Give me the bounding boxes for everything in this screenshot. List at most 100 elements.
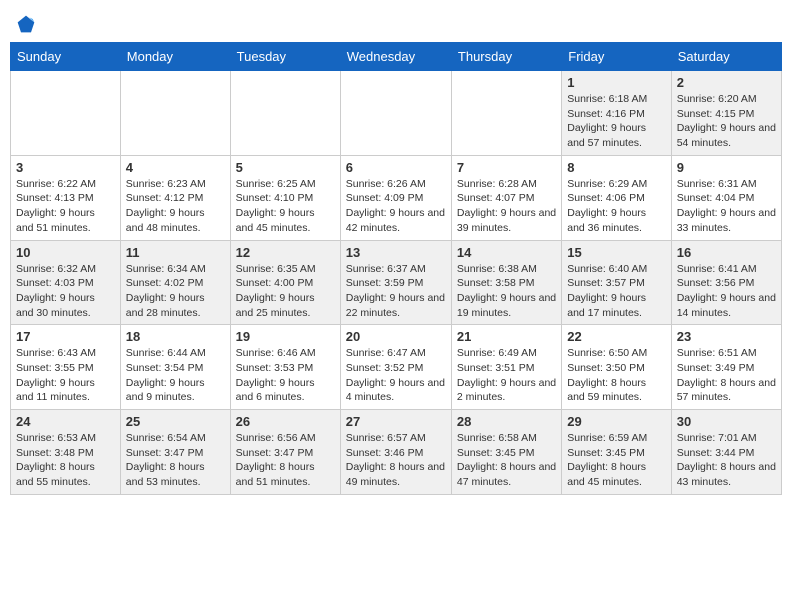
calendar-cell: 14 Sunrise: 6:38 AM Sunset: 3:58 PM Dayli… — [451, 240, 561, 325]
page-header — [10, 10, 782, 34]
calendar-cell — [11, 71, 121, 156]
calendar-cell — [451, 71, 561, 156]
day-info: Sunrise: 6:26 AM Sunset: 4:09 PM Dayligh… — [346, 177, 446, 236]
day-number: 22 — [567, 329, 665, 344]
day-info: Sunrise: 6:32 AM Sunset: 4:03 PM Dayligh… — [16, 262, 115, 321]
weekday-header: Monday — [120, 43, 230, 71]
day-number: 20 — [346, 329, 446, 344]
day-number: 18 — [126, 329, 225, 344]
day-info: Sunrise: 6:44 AM Sunset: 3:54 PM Dayligh… — [126, 346, 225, 405]
calendar-header-row: SundayMondayTuesdayWednesdayThursdayFrid… — [11, 43, 782, 71]
day-info: Sunrise: 6:25 AM Sunset: 4:10 PM Dayligh… — [236, 177, 335, 236]
day-number: 8 — [567, 160, 665, 175]
calendar-cell: 23Sunrise: 6:51 AM Sunset: 3:49 PM Dayli… — [671, 325, 781, 410]
day-info: Sunrise: 6:18 AM Sunset: 4:16 PM Dayligh… — [567, 92, 665, 151]
day-number: 13 — [346, 245, 446, 260]
day-number: 5 — [236, 160, 335, 175]
day-info: Sunrise: 6:37 AM Sunset: 3:59 PM Dayligh… — [346, 262, 446, 321]
day-info: Sunrise: 6:23 AM Sunset: 4:12 PM Dayligh… — [126, 177, 225, 236]
calendar-cell: 10 Sunrise: 6:32 AM Sunset: 4:03 PM Dayli… — [11, 240, 121, 325]
day-info: Sunrise: 6:59 AM Sunset: 3:45 PM Dayligh… — [567, 431, 665, 490]
day-info: Sunrise: 6:38 AM Sunset: 3:58 PM Dayligh… — [457, 262, 556, 321]
day-number: 4 — [126, 160, 225, 175]
calendar-week-row: 24 Sunrise: 6:53 AM Sunset: 3:48 PM Dayli… — [11, 410, 782, 495]
day-number: 11 — [126, 245, 225, 260]
calendar-cell: 4 Sunrise: 6:23 AM Sunset: 4:12 PM Daylig… — [120, 155, 230, 240]
day-number: 30 — [677, 414, 776, 429]
day-number: 21 — [457, 329, 556, 344]
logo-icon — [16, 14, 36, 34]
day-number: 23 — [677, 329, 776, 344]
calendar-cell: 13 Sunrise: 6:37 AM Sunset: 3:59 PM Dayli… — [340, 240, 451, 325]
calendar-cell: 25Sunrise: 6:54 AM Sunset: 3:47 PM Dayli… — [120, 410, 230, 495]
weekday-header: Friday — [562, 43, 671, 71]
calendar-cell: 8 Sunrise: 6:29 AM Sunset: 4:06 PM Daylig… — [562, 155, 671, 240]
weekday-header: Sunday — [11, 43, 121, 71]
day-info: Sunrise: 6:40 AM Sunset: 3:57 PM Dayligh… — [567, 262, 665, 321]
calendar-cell: 21 Sunrise: 6:49 AM Sunset: 3:51 PM Dayli… — [451, 325, 561, 410]
calendar-cell: 18 Sunrise: 6:44 AM Sunset: 3:54 PM Dayli… — [120, 325, 230, 410]
day-number: 3 — [16, 160, 115, 175]
day-number: 28 — [457, 414, 556, 429]
day-number: 7 — [457, 160, 556, 175]
calendar-cell: 28Sunrise: 6:58 AM Sunset: 3:45 PM Dayli… — [451, 410, 561, 495]
calendar-week-row: 1 Sunrise: 6:18 AM Sunset: 4:16 PM Daylig… — [11, 71, 782, 156]
day-info: Sunrise: 6:43 AM Sunset: 3:55 PM Dayligh… — [16, 346, 115, 405]
day-number: 25 — [126, 414, 225, 429]
calendar-week-row: 10 Sunrise: 6:32 AM Sunset: 4:03 PM Dayli… — [11, 240, 782, 325]
calendar-cell: 26 Sunrise: 6:56 AM Sunset: 3:47 PM Dayli… — [230, 410, 340, 495]
day-number: 14 — [457, 245, 556, 260]
calendar-cell: 5 Sunrise: 6:25 AM Sunset: 4:10 PM Daylig… — [230, 155, 340, 240]
day-info: Sunrise: 6:53 AM Sunset: 3:48 PM Dayligh… — [16, 431, 115, 490]
calendar-cell: 12Sunrise: 6:35 AM Sunset: 4:00 PM Dayli… — [230, 240, 340, 325]
calendar-cell: 29 Sunrise: 6:59 AM Sunset: 3:45 PM Dayli… — [562, 410, 671, 495]
day-info: Sunrise: 6:20 AM Sunset: 4:15 PM Dayligh… — [677, 92, 776, 151]
calendar-cell: 15 Sunrise: 6:40 AM Sunset: 3:57 PM Dayli… — [562, 240, 671, 325]
calendar-cell: 20 Sunrise: 6:47 AM Sunset: 3:52 PM Dayli… — [340, 325, 451, 410]
day-info: Sunrise: 6:29 AM Sunset: 4:06 PM Dayligh… — [567, 177, 665, 236]
day-number: 15 — [567, 245, 665, 260]
weekday-header: Tuesday — [230, 43, 340, 71]
calendar-cell — [230, 71, 340, 156]
calendar-table: SundayMondayTuesdayWednesdayThursdayFrid… — [10, 42, 782, 495]
day-info: Sunrise: 6:50 AM Sunset: 3:50 PM Dayligh… — [567, 346, 665, 405]
calendar-cell: 30 Sunrise: 7:01 AM Sunset: 3:44 PM Dayli… — [671, 410, 781, 495]
weekday-header: Thursday — [451, 43, 561, 71]
logo — [14, 14, 36, 34]
day-info: Sunrise: 6:31 AM Sunset: 4:04 PM Dayligh… — [677, 177, 776, 236]
day-info: Sunrise: 7:01 AM Sunset: 3:44 PM Dayligh… — [677, 431, 776, 490]
day-number: 26 — [236, 414, 335, 429]
day-info: Sunrise: 6:56 AM Sunset: 3:47 PM Dayligh… — [236, 431, 335, 490]
calendar-cell: 6 Sunrise: 6:26 AM Sunset: 4:09 PM Daylig… — [340, 155, 451, 240]
day-number: 9 — [677, 160, 776, 175]
calendar-cell — [120, 71, 230, 156]
day-number: 27 — [346, 414, 446, 429]
day-info: Sunrise: 6:49 AM Sunset: 3:51 PM Dayligh… — [457, 346, 556, 405]
calendar-week-row: 3 Sunrise: 6:22 AM Sunset: 4:13 PM Daylig… — [11, 155, 782, 240]
calendar-cell: 1 Sunrise: 6:18 AM Sunset: 4:16 PM Daylig… — [562, 71, 671, 156]
day-number: 24 — [16, 414, 115, 429]
calendar-cell: 9 Sunrise: 6:31 AM Sunset: 4:04 PM Daylig… — [671, 155, 781, 240]
day-number: 16 — [677, 245, 776, 260]
day-number: 10 — [16, 245, 115, 260]
calendar-cell: 17Sunrise: 6:43 AM Sunset: 3:55 PM Dayli… — [11, 325, 121, 410]
day-info: Sunrise: 6:35 AM Sunset: 4:00 PM Dayligh… — [236, 262, 335, 321]
calendar-cell: 24 Sunrise: 6:53 AM Sunset: 3:48 PM Dayli… — [11, 410, 121, 495]
calendar-cell: 27Sunrise: 6:57 AM Sunset: 3:46 PM Dayli… — [340, 410, 451, 495]
day-number: 29 — [567, 414, 665, 429]
day-info: Sunrise: 6:22 AM Sunset: 4:13 PM Dayligh… — [16, 177, 115, 236]
day-info: Sunrise: 6:41 AM Sunset: 3:56 PM Dayligh… — [677, 262, 776, 321]
weekday-header: Wednesday — [340, 43, 451, 71]
day-info: Sunrise: 6:34 AM Sunset: 4:02 PM Dayligh… — [126, 262, 225, 321]
day-info: Sunrise: 6:47 AM Sunset: 3:52 PM Dayligh… — [346, 346, 446, 405]
calendar-cell: 16 Sunrise: 6:41 AM Sunset: 3:56 PM Dayli… — [671, 240, 781, 325]
day-info: Sunrise: 6:46 AM Sunset: 3:53 PM Dayligh… — [236, 346, 335, 405]
day-number: 1 — [567, 75, 665, 90]
day-number: 2 — [677, 75, 776, 90]
calendar-cell: 11 Sunrise: 6:34 AM Sunset: 4:02 PM Dayli… — [120, 240, 230, 325]
day-number: 6 — [346, 160, 446, 175]
calendar-cell: 2 Sunrise: 6:20 AM Sunset: 4:15 PM Daylig… — [671, 71, 781, 156]
calendar-cell: 7 Sunrise: 6:28 AM Sunset: 4:07 PM Daylig… — [451, 155, 561, 240]
day-info: Sunrise: 6:28 AM Sunset: 4:07 PM Dayligh… — [457, 177, 556, 236]
calendar-cell: 3 Sunrise: 6:22 AM Sunset: 4:13 PM Daylig… — [11, 155, 121, 240]
